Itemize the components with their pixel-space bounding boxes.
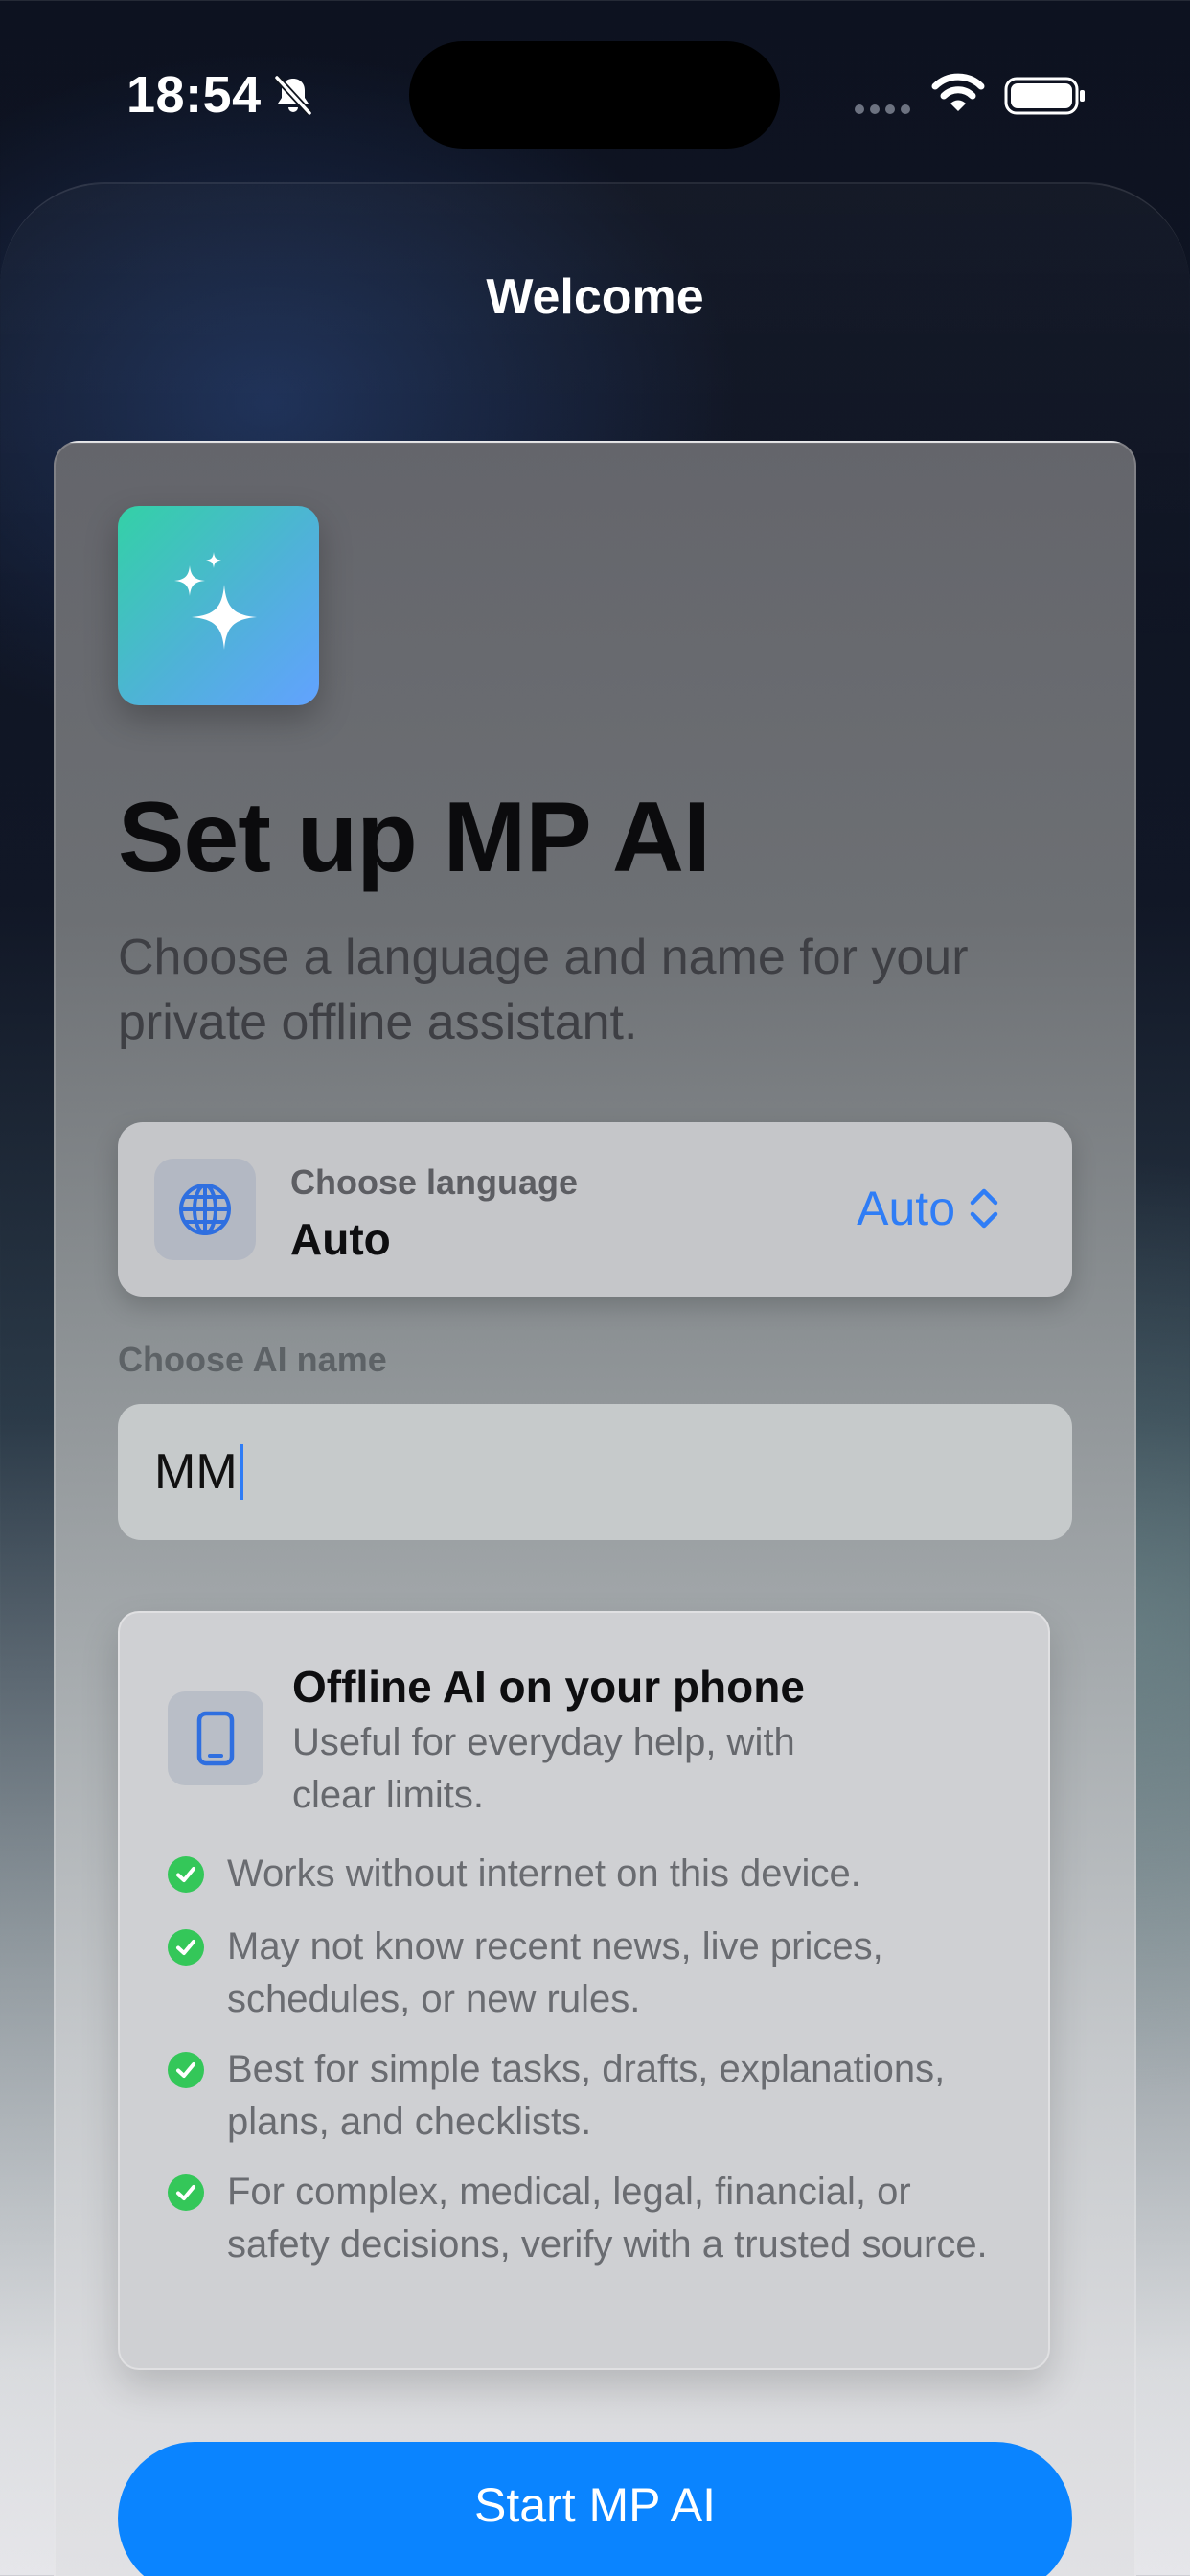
globe-icon bbox=[179, 1184, 231, 1235]
checkmark-circle-icon bbox=[168, 1856, 204, 1893]
info-subtitle: Useful for everyday help, with clear lim… bbox=[292, 1721, 795, 1816]
ai-name-input[interactable]: MM bbox=[118, 1404, 1072, 1540]
offline-info-card: Offline AI on your phone Useful for ever… bbox=[118, 1611, 1050, 2370]
info-title: Offline AI on your phone bbox=[292, 1662, 805, 1712]
checkmark-circle-icon bbox=[168, 2174, 204, 2211]
ai-name-label: Choose AI name bbox=[118, 1340, 387, 1379]
dynamic-island bbox=[409, 41, 780, 149]
ai-name-value: MM bbox=[154, 1444, 238, 1500]
info-item-text: For complex, medical, legal, financial, … bbox=[227, 2171, 988, 2266]
wifi-icon bbox=[931, 73, 985, 111]
phone-icon bbox=[196, 1711, 235, 1766]
start-button[interactable]: Start MP AI bbox=[118, 2442, 1072, 2576]
info-item-text: May not know recent news, live prices, s… bbox=[227, 1925, 883, 2020]
battery-icon bbox=[1004, 77, 1085, 115]
sheet-title: Welcome bbox=[486, 269, 704, 325]
phone-icon-tile bbox=[168, 1691, 263, 1785]
info-item: Best for simple tasks, drafts, explanati… bbox=[168, 2043, 1030, 2149]
sparkles-icon bbox=[174, 552, 257, 650]
language-label: Choose language bbox=[290, 1162, 579, 1202]
info-item: May not know recent news, live prices, s… bbox=[168, 1920, 1030, 2026]
status-bar: 18:54 bbox=[0, 0, 1190, 182]
text-caret bbox=[239, 1444, 243, 1500]
language-picker-value: Auto bbox=[857, 1182, 955, 1235]
bell-slash-icon bbox=[274, 75, 312, 116]
info-item: Works without internet on this device. bbox=[168, 1848, 1030, 1900]
checkmark-circle-icon bbox=[168, 1929, 204, 1966]
status-time: 18:54 bbox=[126, 66, 262, 124]
app-logo bbox=[118, 506, 319, 705]
info-item-text: Best for simple tasks, drafts, explanati… bbox=[227, 2048, 946, 2143]
language-selector[interactable]: Choose language Auto Auto bbox=[118, 1122, 1072, 1297]
language-picker[interactable]: Auto bbox=[857, 1180, 1001, 1237]
chevron-up-down-icon bbox=[970, 1188, 998, 1229]
signal-icon bbox=[855, 104, 910, 114]
checkmark-circle-icon bbox=[168, 2052, 204, 2088]
page-subtitle: Choose a language and name for your priv… bbox=[118, 930, 969, 1050]
language-icon-tile bbox=[154, 1159, 256, 1260]
language-value: Auto bbox=[290, 1214, 391, 1264]
info-item: For complex, medical, legal, financial, … bbox=[168, 2166, 1030, 2271]
info-item-text: Works without internet on this device. bbox=[227, 1852, 861, 1895]
page-title: Set up MP AI bbox=[118, 782, 711, 893]
